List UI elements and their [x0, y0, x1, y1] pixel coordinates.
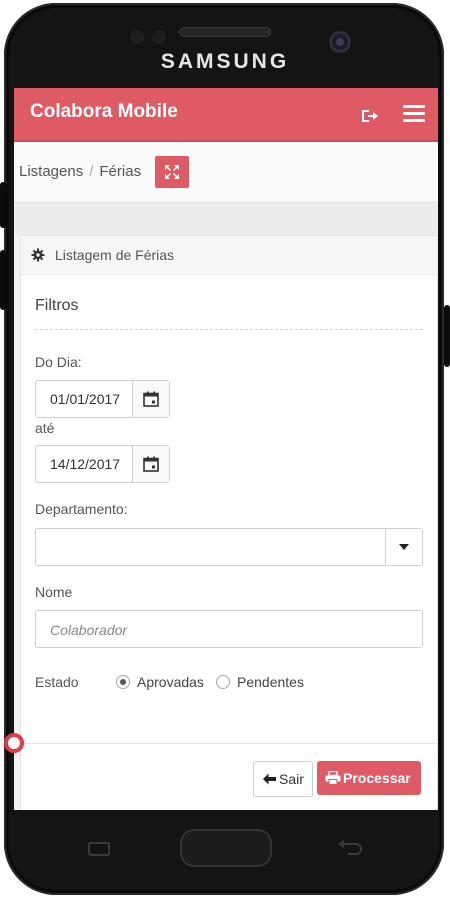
exit-label: Sair: [279, 771, 304, 787]
content-divider: [14, 203, 438, 235]
light-sensor: [152, 30, 166, 44]
hamburger-menu-icon[interactable]: [403, 105, 425, 125]
from-date-field[interactable]: 01/01/2017: [35, 380, 170, 418]
radio-aprovadas[interactable]: [116, 675, 130, 689]
process-button[interactable]: Processar: [317, 761, 421, 795]
name-input[interactable]: Colaborador: [35, 610, 423, 648]
name-placeholder: Colaborador: [50, 622, 128, 638]
name-label: Nome: [35, 584, 73, 600]
calendar-icon: [143, 391, 159, 407]
breadcrumb-item-listagens[interactable]: Listagens: [19, 163, 83, 180]
from-date-label: Do Dia:: [35, 354, 82, 370]
chevron-down-icon[interactable]: [385, 529, 422, 565]
home-button[interactable]: [180, 829, 272, 867]
breadcrumb: Listagens / Férias: [19, 163, 141, 180]
app-screen: Colabora Mobile Listagens / Férias Lista…: [14, 88, 438, 810]
arrow-left-icon: [263, 773, 276, 785]
process-label: Processar: [343, 770, 411, 786]
exit-button[interactable]: Sair: [253, 761, 313, 797]
radio-aprovadas-label[interactable]: Aprovadas: [137, 674, 204, 690]
breadcrumb-separator: /: [89, 163, 94, 180]
from-date-calendar-button[interactable]: [132, 381, 169, 417]
radio-pendentes[interactable]: [216, 675, 230, 689]
department-select[interactable]: [35, 528, 423, 566]
state-label: Estado: [35, 674, 79, 690]
power-button: [444, 305, 450, 367]
earpiece-speaker: [179, 27, 271, 37]
breadcrumb-bar: Listagens / Férias: [14, 142, 438, 203]
filters-title: Filtros: [35, 297, 79, 314]
filters-divider: [35, 329, 423, 330]
radio-pendentes-label[interactable]: Pendentes: [237, 674, 304, 690]
from-date-value: 01/01/2017: [50, 391, 121, 407]
breadcrumb-item-ferias: Férias: [99, 163, 142, 180]
device-brand: SAMSUNG: [160, 50, 290, 73]
to-date-label: até: [35, 420, 55, 436]
floating-indicator[interactable]: [4, 733, 24, 753]
volume-button: [0, 182, 6, 228]
expand-button[interactable]: [155, 156, 189, 188]
proximity-sensor: [130, 30, 144, 44]
expand-icon: [165, 165, 179, 179]
print-icon: [325, 771, 341, 785]
to-date-calendar-button[interactable]: [132, 446, 169, 482]
recent-apps-icon[interactable]: [86, 840, 112, 858]
department-label: Departamento:: [35, 501, 128, 517]
panel-footer: Sair Processar: [21, 743, 437, 810]
panel-title: Listagem de Férias: [55, 247, 175, 263]
logout-icon[interactable]: [359, 106, 379, 126]
volume-button-lower: [0, 250, 6, 310]
calendar-icon: [143, 456, 159, 472]
panel-header: Listagem de Férias: [21, 236, 437, 275]
vacation-list-panel: Listagem de Férias Filtros Do Dia: 01/01…: [20, 235, 438, 810]
app-header: Colabora Mobile: [14, 88, 438, 142]
back-icon[interactable]: [336, 838, 364, 858]
to-date-field[interactable]: 14/12/2017: [35, 445, 170, 483]
app-title: Colabora Mobile: [30, 101, 178, 122]
to-date-value: 14/12/2017: [50, 456, 121, 472]
gear-icon: [31, 248, 45, 262]
